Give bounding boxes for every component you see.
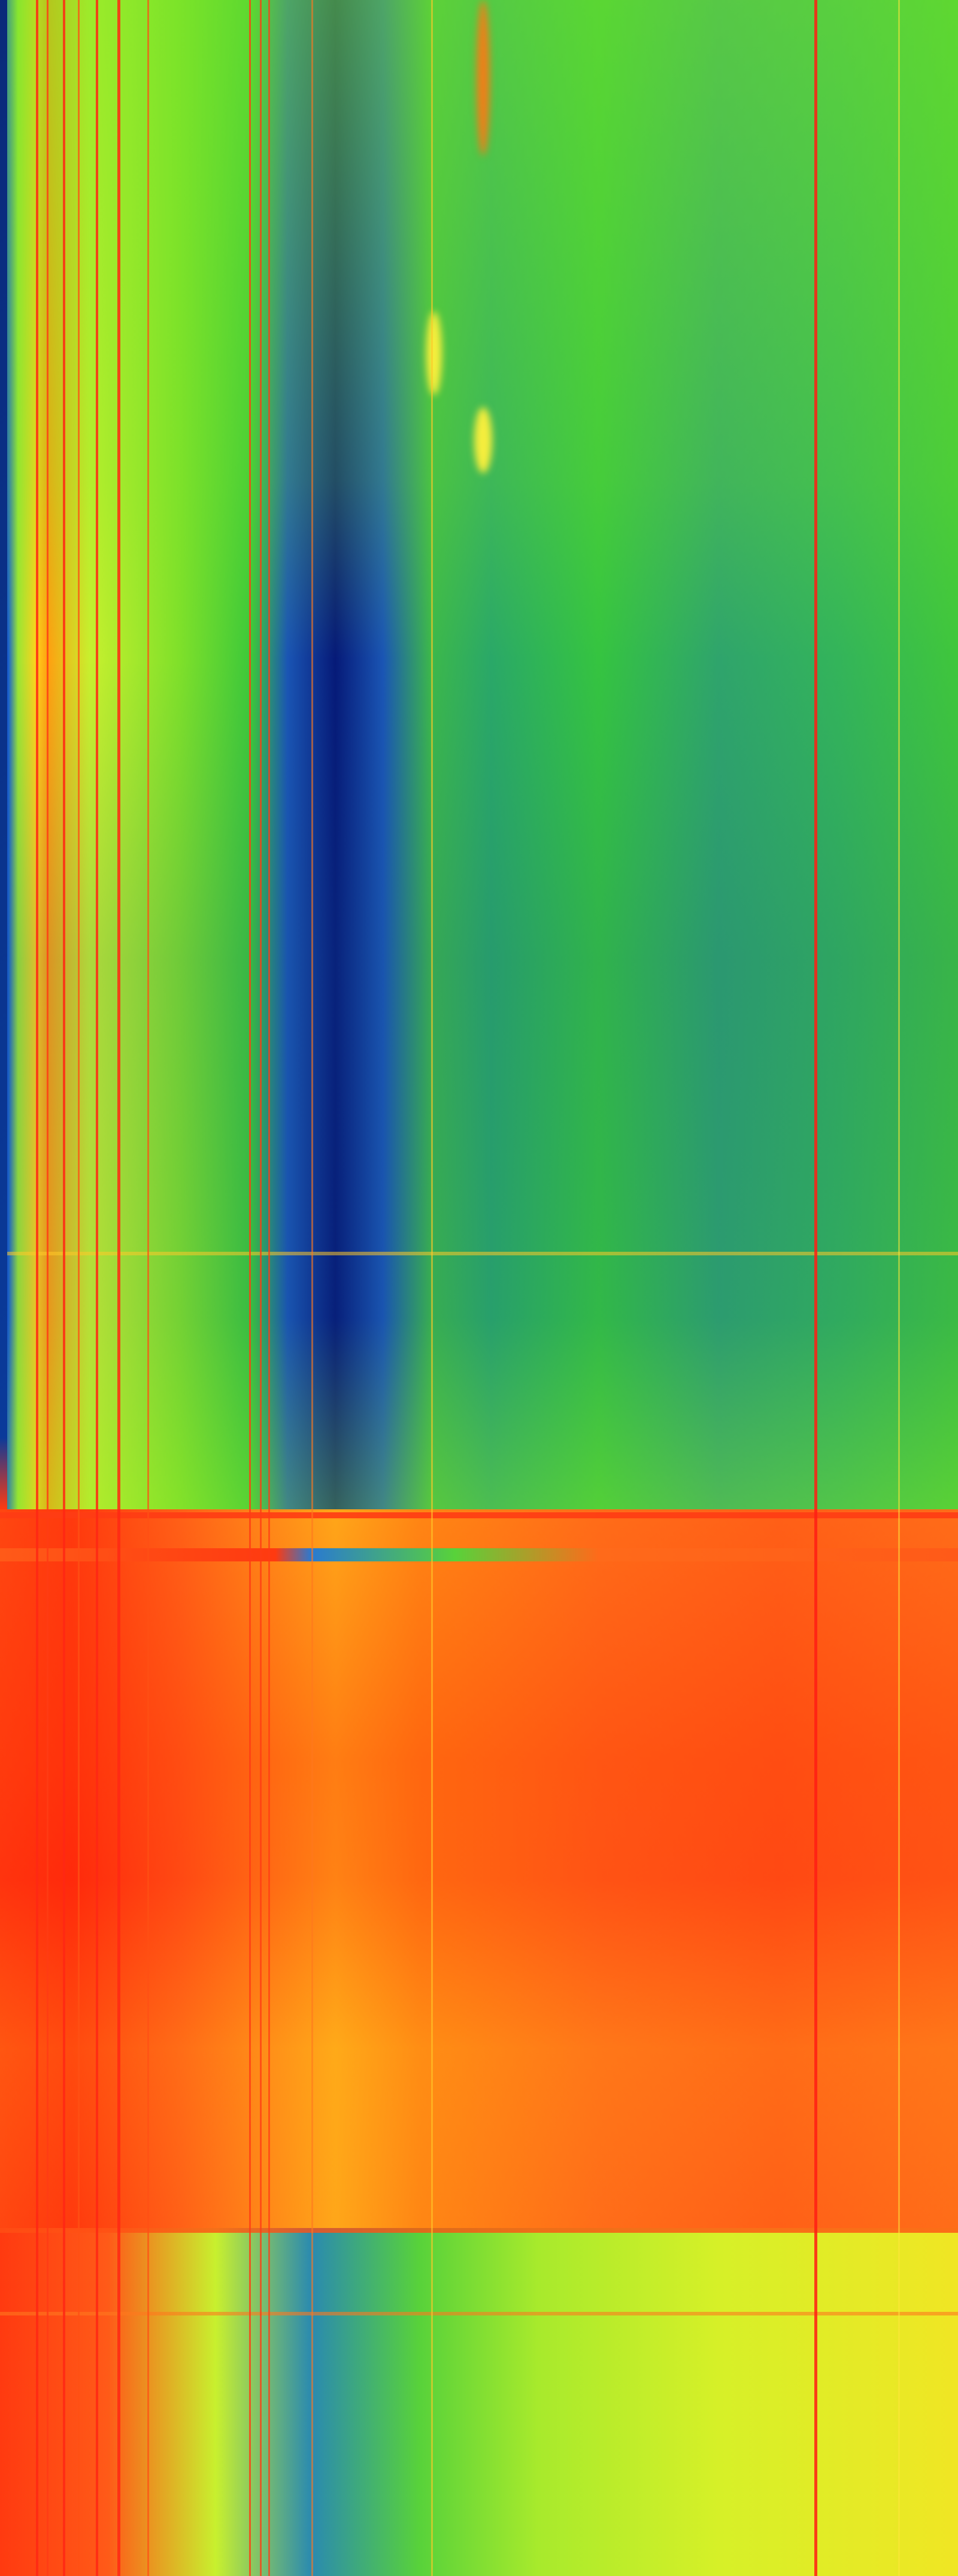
vertical-stripe [63,0,65,2576]
vertical-stripe [898,0,900,2576]
bright-blob [477,0,490,156]
left-edge-band [0,0,7,1509]
bright-blob [474,407,492,473]
vertical-stripe [311,0,313,2576]
vertical-stripe [36,0,38,2576]
vertical-stripe [96,0,98,2576]
vertical-stripe [47,0,48,2576]
vertical-stripe [268,0,270,2576]
bright-blob [426,311,442,395]
vertical-stripe [431,0,433,2576]
vertical-stripe [117,0,120,2576]
vertical-stripe [260,0,262,2576]
vertical-stripe [814,0,817,2576]
vertical-stripe [147,0,149,2576]
vertical-stripe [78,0,80,2576]
spectrogram-image [0,0,958,2576]
vertical-stripe [249,0,251,2576]
